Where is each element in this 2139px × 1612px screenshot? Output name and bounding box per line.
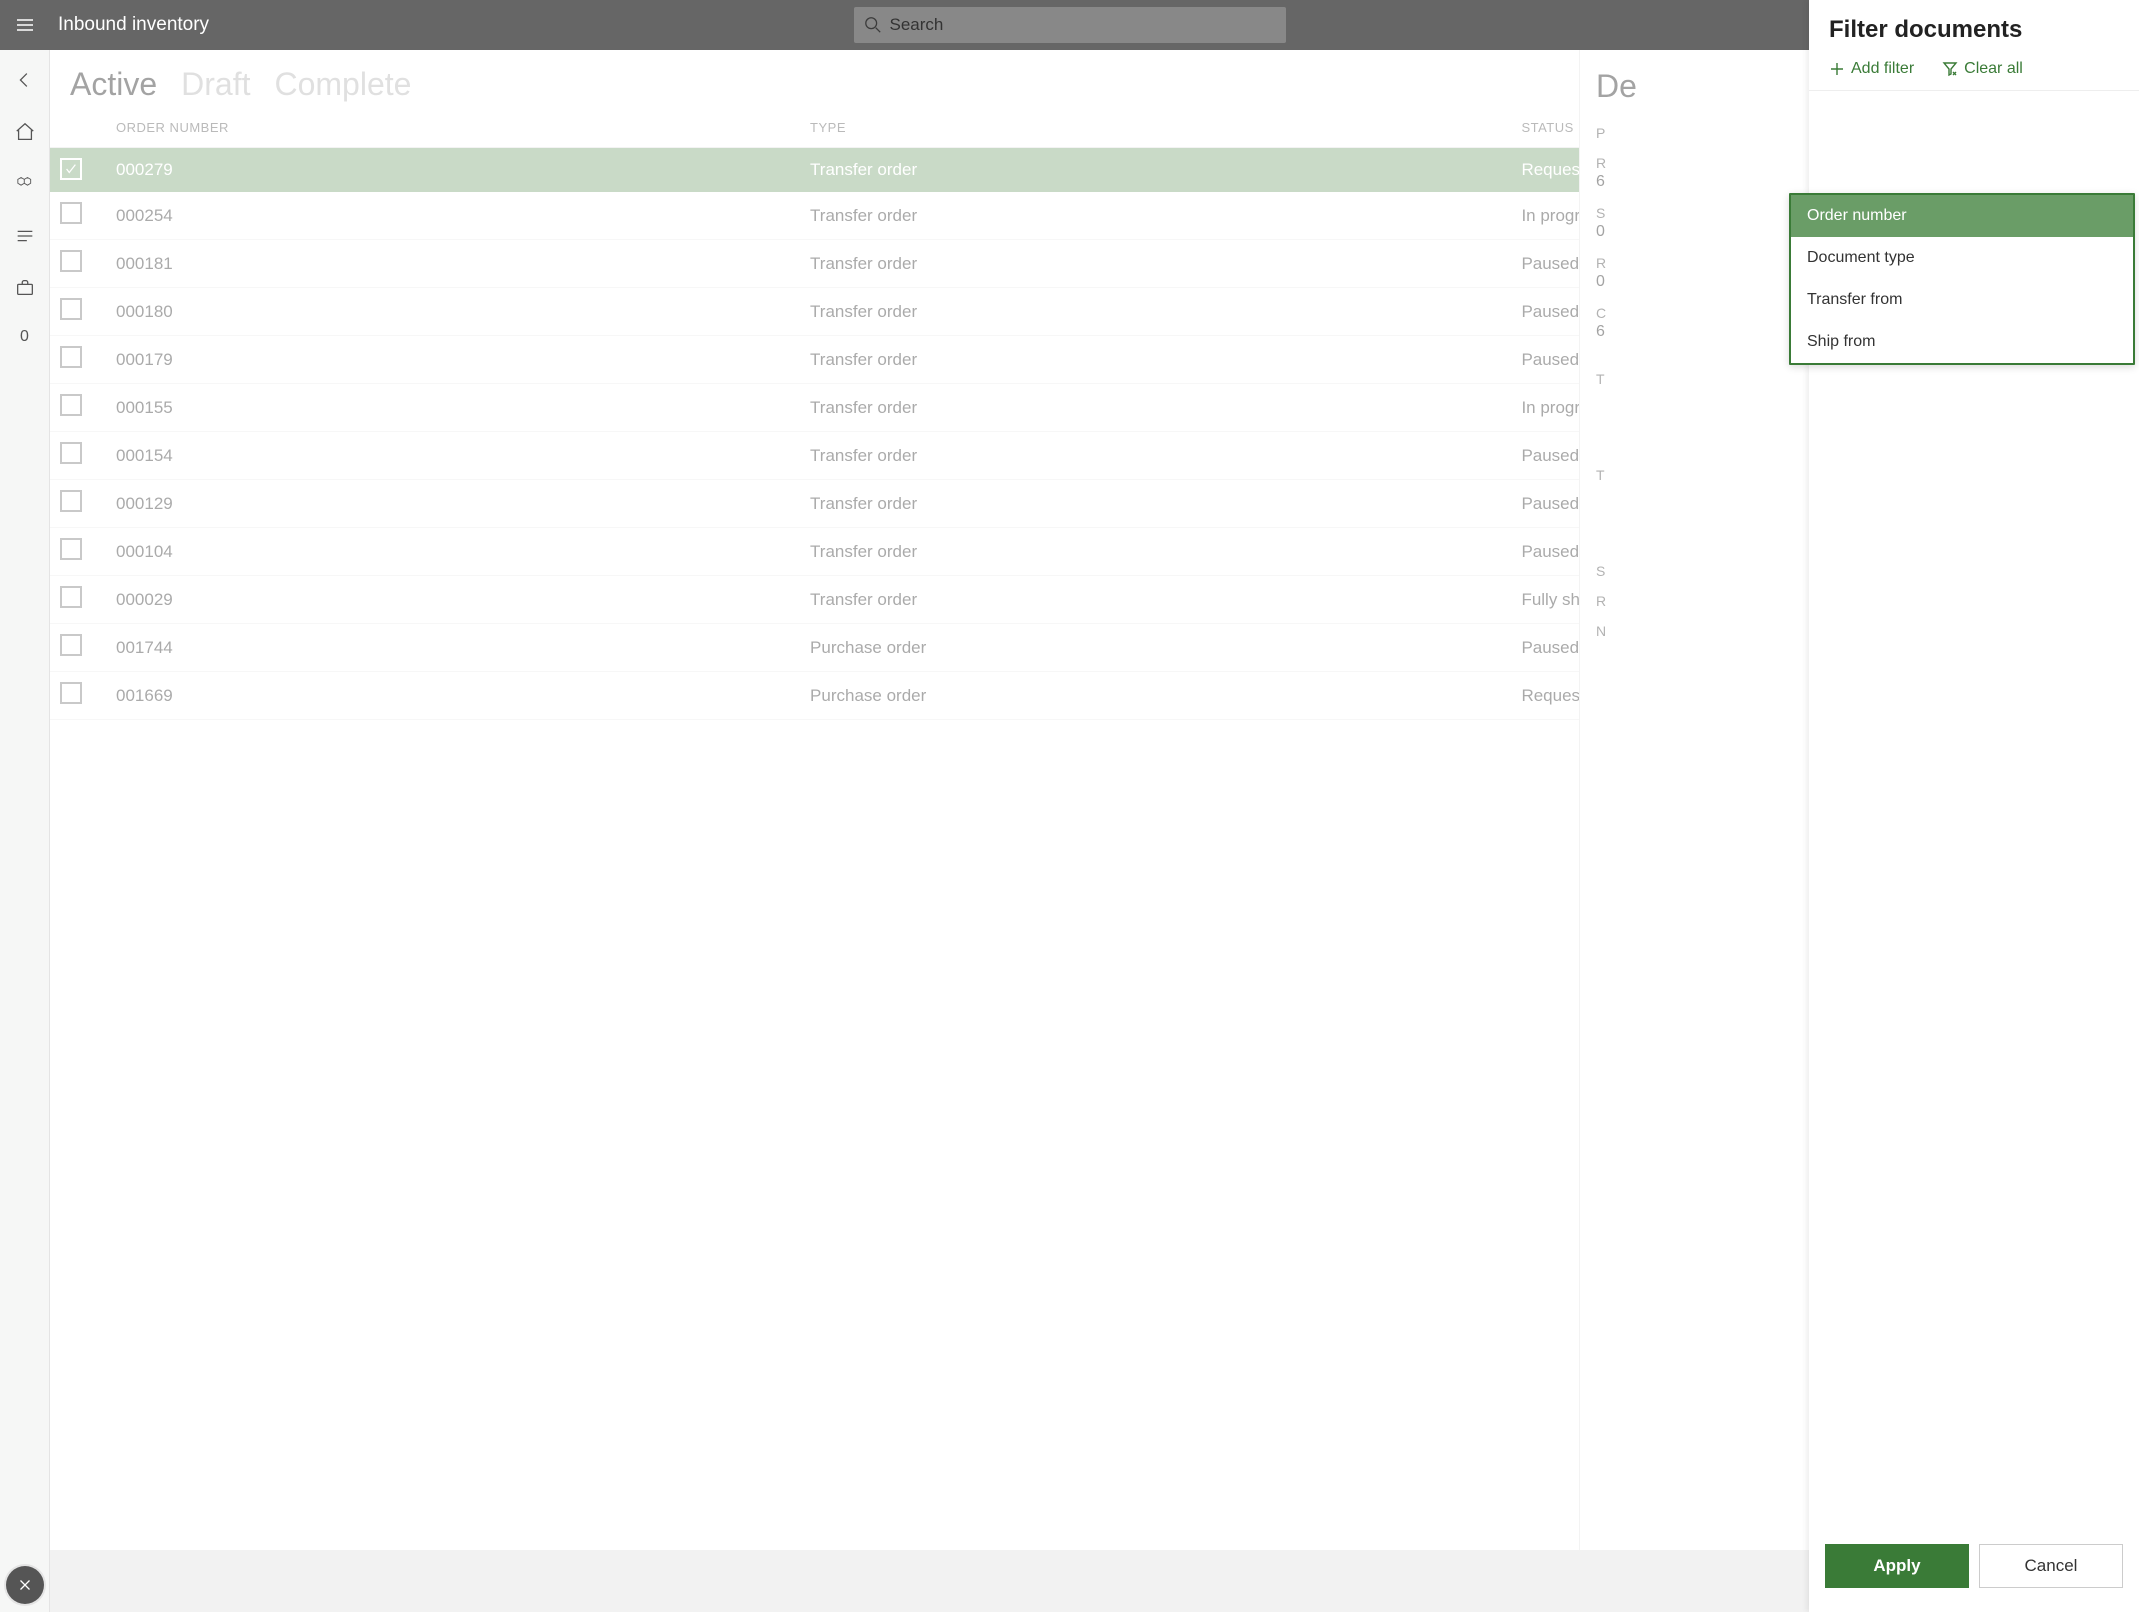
cell-type: Purchase order [800,672,1511,720]
search-placeholder: Search [890,15,944,35]
cell-order-number: 000181 [106,240,800,288]
tab-draft[interactable]: Draft [181,66,250,103]
row-checkbox[interactable] [60,250,82,272]
filter-option-document-type[interactable]: Document type [1791,237,2133,279]
cell-type: Transfer order [800,528,1511,576]
cell-order-number: 000254 [106,192,800,240]
cell-type: Transfer order [800,576,1511,624]
add-filter-button[interactable]: Add filter [1829,60,1914,78]
row-checkbox[interactable] [60,490,82,512]
row-checkbox[interactable] [60,442,82,464]
briefcase-icon[interactable] [13,276,37,300]
row-checkbox[interactable] [60,634,82,656]
cell-type: Transfer order [800,384,1511,432]
search-input[interactable]: Search [854,7,1286,43]
cell-order-number: 000104 [106,528,800,576]
cell-type: Transfer order [800,192,1511,240]
filter-panel: Filter documents Add filter Clear all Or… [1809,0,2139,1612]
plus-icon [1829,61,1845,77]
row-checkbox[interactable] [60,346,82,368]
home-icon[interactable] [13,120,37,144]
cell-order-number: 001744 [106,624,800,672]
col-order-number[interactable]: ORDER NUMBER [106,108,800,148]
nav-rail: 0 [0,50,50,1612]
cell-order-number: 000279 [106,148,800,192]
back-button[interactable] [13,68,37,92]
row-checkbox[interactable] [60,538,82,560]
cell-order-number: 000154 [106,432,800,480]
cancel-button[interactable]: Cancel [1979,1544,2123,1588]
boxes-icon[interactable] [13,172,37,196]
filter-option-order-number[interactable]: Order number [1791,195,2133,237]
cell-type: Transfer order [800,432,1511,480]
cell-type: Transfer order [800,288,1511,336]
tab-complete[interactable]: Complete [274,66,411,103]
row-checkbox[interactable] [60,158,82,180]
search-icon [864,16,882,34]
filter-option-ship-from[interactable]: Ship from [1791,321,2133,363]
clear-filter-icon [1942,61,1958,77]
clear-all-button[interactable]: Clear all [1942,60,2023,78]
cell-order-number: 001669 [106,672,800,720]
hamburger-menu-button[interactable] [0,0,50,50]
page-title: Inbound inventory [58,14,209,36]
row-checkbox[interactable] [60,202,82,224]
cell-order-number: 000155 [106,384,800,432]
cell-order-number: 000180 [106,288,800,336]
nav-zero-badge[interactable]: 0 [20,328,29,346]
cell-order-number: 000179 [106,336,800,384]
cell-type: Transfer order [800,148,1511,192]
cell-order-number: 000129 [106,480,800,528]
cell-type: Transfer order [800,240,1511,288]
close-button[interactable] [6,1566,44,1604]
row-checkbox[interactable] [60,394,82,416]
cell-order-number: 000029 [106,576,800,624]
cell-type: Transfer order [800,336,1511,384]
row-checkbox[interactable] [60,682,82,704]
filter-panel-title: Filter documents [1809,0,2139,52]
cell-type: Purchase order [800,624,1511,672]
row-checkbox[interactable] [60,298,82,320]
apply-button[interactable]: Apply [1825,1544,1969,1588]
row-checkbox[interactable] [60,586,82,608]
list-icon[interactable] [13,224,37,248]
filter-option-transfer-from[interactable]: Transfer from [1791,279,2133,321]
tab-active[interactable]: Active [70,66,157,103]
filter-type-dropdown: Order numberDocument typeTransfer fromSh… [1789,193,2135,365]
cell-type: Transfer order [800,480,1511,528]
col-type[interactable]: TYPE [800,108,1511,148]
